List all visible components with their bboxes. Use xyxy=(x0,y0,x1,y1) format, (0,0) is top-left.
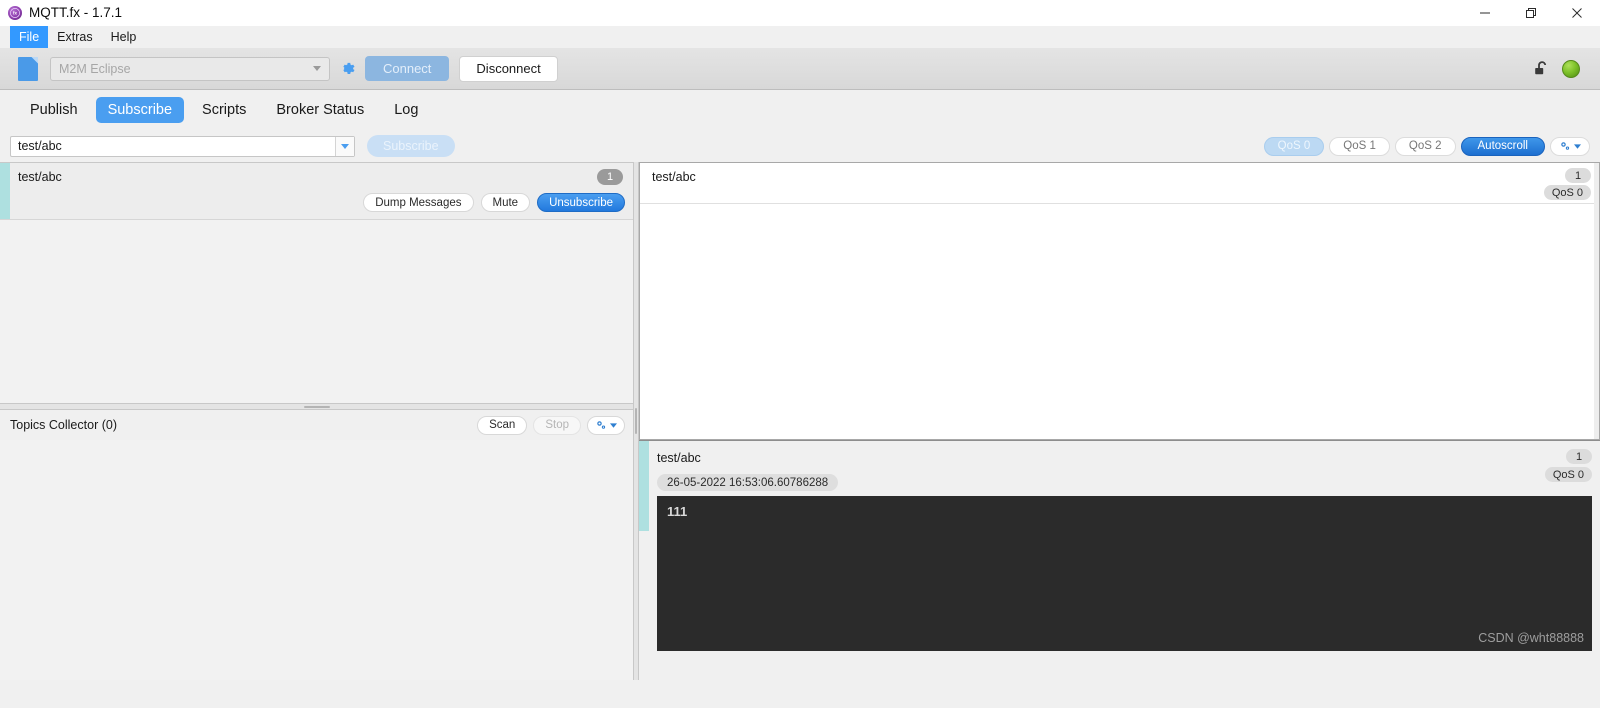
message-detail-header: test/abc 1 QoS 0 26-05-2022 16:53:06.607… xyxy=(639,441,1600,531)
splitter-grip xyxy=(635,408,637,434)
message-topic: test/abc xyxy=(652,170,696,184)
qos-1-toggle[interactable]: QoS 1 xyxy=(1329,136,1390,156)
chevron-down-icon xyxy=(610,422,617,428)
subscribe-panes: test/abc 1 Dump Messages Mute Unsubscrib… xyxy=(0,162,1600,680)
message-badges: 1 QoS 0 xyxy=(1543,168,1591,200)
message-detail-pane: test/abc 1 QoS 0 26-05-2022 16:53:06.607… xyxy=(639,440,1600,680)
message-row[interactable]: test/abc 1 QoS 0 xyxy=(640,163,1599,204)
messages-list[interactable]: test/abc 1 QoS 0 xyxy=(639,162,1600,440)
detail-accent-bar xyxy=(639,441,649,531)
connect-button[interactable]: Connect xyxy=(365,56,450,81)
left-pane: test/abc 1 Dump Messages Mute Unsubscrib… xyxy=(0,162,633,680)
message-payload[interactable]: 111 CSDN @wht88888 xyxy=(657,496,1592,651)
connection-status-area xyxy=(1532,59,1590,79)
splitter-grip xyxy=(303,405,330,408)
mqttfx-window: fx MQTT.fx - 1.7.1 File Extras Help M2M … xyxy=(0,0,1600,708)
autoscroll-toggle[interactable]: Autoscroll xyxy=(1460,136,1545,156)
gear-icon xyxy=(597,421,606,429)
svg-text:fx: fx xyxy=(13,10,17,15)
subscribe-button[interactable]: Subscribe xyxy=(367,135,455,157)
mqttfx-logo-icon: fx xyxy=(8,5,22,20)
scan-button[interactable]: Scan xyxy=(477,415,528,435)
subscription-topic: test/abc xyxy=(18,170,62,184)
message-timestamp: 26-05-2022 16:53:06.60786288 xyxy=(657,474,839,491)
main-tabs: Publish Subscribe Scripts Broker Status … xyxy=(0,90,1600,130)
messages-scrollbar[interactable] xyxy=(1594,163,1599,439)
window-controls xyxy=(1462,0,1600,26)
menu-bar: File Extras Help xyxy=(0,26,1600,48)
menu-item-file[interactable]: File xyxy=(10,26,49,48)
topic-history-dropdown-button[interactable] xyxy=(335,136,354,156)
gear-icon xyxy=(343,62,355,75)
title-bar: fx MQTT.fx - 1.7.1 xyxy=(0,0,1600,26)
tab-broker-status[interactable]: Broker Status xyxy=(264,97,376,123)
dump-messages-button[interactable]: Dump Messages xyxy=(363,193,474,212)
subscription-row[interactable]: test/abc 1 Dump Messages Mute Unsubscrib… xyxy=(0,163,633,220)
left-pane-splitter[interactable] xyxy=(0,403,633,410)
minimize-button[interactable] xyxy=(1462,0,1508,26)
qos-0-toggle[interactable]: QoS 0 xyxy=(1263,136,1325,156)
tab-scripts[interactable]: Scripts xyxy=(190,97,258,123)
tab-subscribe[interactable]: Subscribe xyxy=(95,97,185,123)
broker-profile-select[interactable]: M2M Eclipse xyxy=(50,56,330,81)
unsubscribe-button[interactable]: Unsubscribe xyxy=(537,193,625,212)
subscribe-options-menu-button[interactable] xyxy=(1550,136,1590,156)
menu-item-extras[interactable]: Extras xyxy=(48,26,101,48)
subscribe-options: QoS 0 QoS 1 QoS 2 Autoscroll xyxy=(1263,136,1590,156)
chevron-down-icon xyxy=(1574,143,1581,149)
stop-button[interactable]: Stop xyxy=(533,415,581,435)
restore-button[interactable] xyxy=(1508,0,1554,26)
detail-badges: 1 QoS 0 xyxy=(1544,449,1592,482)
connection-settings-button[interactable] xyxy=(338,59,357,78)
topics-collector-header: Topics Collector (0) Scan Stop xyxy=(0,410,633,440)
watermark: CSDN @wht88888 xyxy=(1478,631,1584,645)
subscription-actions: Dump Messages Mute Unsubscribe xyxy=(363,193,625,212)
subscribe-topic-value: test/abc xyxy=(18,139,62,153)
subscribe-toolbar: test/abc Subscribe QoS 0 QoS 1 QoS 2 Aut… xyxy=(0,130,1600,162)
gear-icon xyxy=(1561,142,1570,150)
subscriptions-list[interactable]: test/abc 1 Dump Messages Mute Unsubscrib… xyxy=(0,162,633,403)
mute-button[interactable]: Mute xyxy=(480,193,531,212)
right-pane: test/abc 1 QoS 0 test/abc 1 QoS 0 26-05-… xyxy=(639,162,1600,680)
topics-collector-actions: Scan Stop xyxy=(477,415,625,435)
chevron-down-icon xyxy=(341,143,349,149)
unlocked-padlock-icon xyxy=(1535,60,1547,74)
chevron-down-icon xyxy=(313,66,321,71)
detail-count-badge: 1 xyxy=(1566,449,1592,464)
message-count-badge: 1 xyxy=(1565,168,1591,183)
menu-item-help[interactable]: Help xyxy=(102,26,146,48)
payload-text: 111 xyxy=(667,504,688,519)
topics-collector-body[interactable] xyxy=(0,440,633,680)
close-button[interactable] xyxy=(1554,0,1600,26)
detail-topic: test/abc xyxy=(657,451,701,465)
subscribe-topic-input[interactable]: test/abc xyxy=(10,135,355,157)
disconnect-button[interactable]: Disconnect xyxy=(459,55,558,82)
topics-collector-options-button[interactable] xyxy=(587,415,625,435)
selection-accent-bar xyxy=(0,163,10,219)
tab-log[interactable]: Log xyxy=(382,97,430,123)
window-title: MQTT.fx - 1.7.1 xyxy=(29,5,123,20)
detail-qos-badge: QoS 0 xyxy=(1544,467,1592,482)
qos-2-toggle[interactable]: QoS 2 xyxy=(1394,136,1456,156)
document-icon[interactable] xyxy=(18,56,38,81)
connection-toolbar: M2M Eclipse Connect Disconnect xyxy=(0,48,1600,90)
tab-publish[interactable]: Publish xyxy=(18,97,90,123)
subscription-message-count: 1 xyxy=(597,169,623,185)
topics-collector-label: Topics Collector (0) xyxy=(10,418,117,432)
broker-profile-value: M2M Eclipse xyxy=(59,61,131,76)
message-qos-badge: QoS 0 xyxy=(1543,185,1591,200)
connection-status-led xyxy=(1562,59,1580,78)
